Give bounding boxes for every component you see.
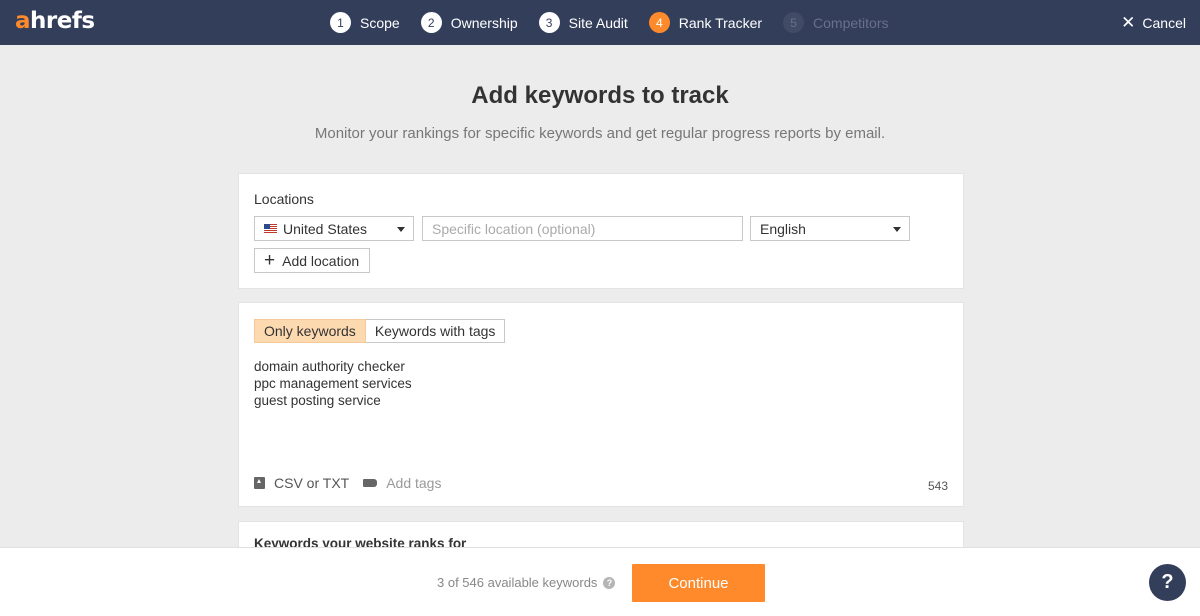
locations-card: Locations United States English + Add lo… <box>238 173 964 289</box>
chevron-down-icon <box>397 227 405 232</box>
step-number: 1 <box>330 12 351 33</box>
add-tags-button[interactable]: Add tags <box>363 475 441 491</box>
step-number: 2 <box>420 12 442 33</box>
question-icon[interactable]: ? <box>603 576 616 589</box>
step-site-audit[interactable]: 3 Site Audit <box>538 12 628 33</box>
wizard-steps: 1 Scope 2 Ownership 3 Site Audit 4 Rank … <box>330 0 910 45</box>
country-select[interactable]: United States <box>254 216 414 241</box>
add-tags-label: Add tags <box>386 475 442 491</box>
step-rank-tracker[interactable]: 4 Rank Tracker <box>648 12 763 33</box>
plus-icon: + <box>264 250 276 271</box>
keyword-line: ppc management services <box>254 376 412 391</box>
add-location-button[interactable]: + Add location <box>254 248 371 273</box>
logo-letter-a: a <box>15 8 31 34</box>
keywords-textarea[interactable]: domain authority checker ppc management … <box>254 358 412 409</box>
upload-icon <box>254 477 265 489</box>
toggle-only-keywords[interactable]: Only keywords <box>254 319 366 343</box>
upload-label: CSV or TXT <box>274 475 350 491</box>
top-nav-bar: ahrefs 1 Scope 2 Ownership 3 Site Audit … <box>0 0 1200 45</box>
step-label: Site Audit <box>568 14 628 31</box>
tag-icon <box>363 479 378 487</box>
us-flag-icon <box>264 224 277 233</box>
locations-label: Locations <box>254 191 314 207</box>
step-number: 4 <box>648 12 670 33</box>
language-value: English <box>760 220 806 237</box>
ahrefs-logo[interactable]: ahrefs <box>15 8 95 34</box>
cancel-button[interactable]: ✕ Cancel <box>1121 0 1186 45</box>
step-label: Scope <box>360 14 400 31</box>
page-subtitle: Monitor your rankings for specific keywo… <box>314 125 886 142</box>
help-button[interactable]: ? <box>1149 564 1186 601</box>
keyword-line: guest posting service <box>254 393 381 408</box>
cancel-label: Cancel <box>1142 14 1186 31</box>
character-count: 543 <box>927 479 948 493</box>
step-label: Ownership <box>450 14 518 31</box>
step-number: 5 <box>783 12 805 33</box>
help-icon: ? <box>1161 571 1174 593</box>
keywords-card: Only keywords Keywords with tags domain … <box>238 302 964 507</box>
step-number: 3 <box>538 12 560 33</box>
step-competitors: 5 Competitors <box>783 12 889 33</box>
country-value: United States <box>283 220 368 237</box>
keywords-footer: CSV or TXT Add tags <box>254 475 455 491</box>
logo-rest: hrefs <box>30 8 95 34</box>
bottom-action-bar: 3 of 546 available keywords ? Continue <box>0 547 1200 616</box>
keyword-line: domain authority checker <box>254 359 405 374</box>
page-title: Add keywords to track <box>471 82 729 109</box>
step-ownership[interactable]: 2 Ownership <box>420 12 518 33</box>
continue-button[interactable]: Continue <box>632 564 765 602</box>
available-keywords: 3 of 546 available keywords ? <box>437 575 616 590</box>
language-select[interactable]: English <box>750 216 910 241</box>
chevron-down-icon <box>893 227 901 232</box>
add-location-label: Add location <box>282 252 360 269</box>
close-icon: ✕ <box>1121 12 1136 32</box>
available-keywords-text: 3 of 546 available keywords <box>437 575 598 590</box>
keyword-mode-toggle: Only keywords Keywords with tags <box>254 319 506 343</box>
upload-csv-button[interactable]: CSV or TXT <box>254 475 349 491</box>
step-scope[interactable]: 1 Scope <box>330 12 400 33</box>
toggle-keywords-with-tags[interactable]: Keywords with tags <box>365 319 506 343</box>
step-label: Competitors <box>813 14 889 31</box>
specific-location-input[interactable] <box>422 216 743 241</box>
step-label: Rank Tracker <box>678 14 763 31</box>
